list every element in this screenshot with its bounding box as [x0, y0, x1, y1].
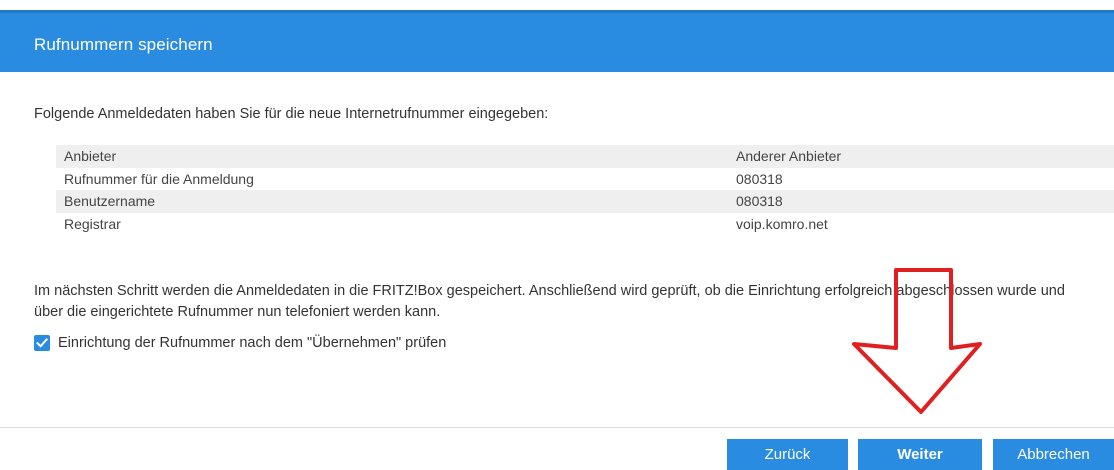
row-label: Rufnummer für die Anmeldung [56, 167, 724, 190]
dialog-title: Rufnummern speichern [34, 35, 213, 54]
verify-checkbox[interactable] [34, 335, 50, 351]
dialog-header: Rufnummern speichern [0, 10, 1114, 72]
checkmark-icon [36, 338, 48, 348]
row-value: voip.komro.net [724, 212, 1114, 235]
info-text: Im nächsten Schritt werden die Anmeldeda… [34, 283, 1065, 320]
footer-divider [0, 427, 1114, 428]
next-button[interactable]: Weiter [858, 439, 982, 470]
table-row: Registrar voip.komro.net [56, 212, 1114, 235]
row-label: Registrar [56, 212, 724, 235]
verify-checkbox-row[interactable]: Einrichtung der Rufnummer nach dem "Über… [34, 334, 446, 352]
dialog: Rufnummern speichern Folgende Anmeldedat… [0, 0, 1114, 470]
row-value: Anderer Anbieter [724, 145, 1114, 168]
row-value: 080318 [724, 167, 1114, 190]
table-row: Anbieter Anderer Anbieter [56, 145, 1114, 168]
intro-text: Folgende Anmeldedaten haben Sie für die … [34, 106, 549, 122]
cancel-button[interactable]: Abbrechen [993, 439, 1114, 470]
back-button[interactable]: Zurück [727, 439, 848, 470]
table-row: Rufnummer für die Anmeldung 080318 [56, 167, 1114, 190]
row-label: Benutzername [56, 190, 724, 213]
table-row: Benutzername 080318 [56, 190, 1114, 213]
row-label: Anbieter [56, 145, 724, 168]
row-value: 080318 [724, 190, 1114, 213]
credentials-table: Anbieter Anderer Anbieter Rufnummer für … [56, 145, 1114, 235]
verify-checkbox-label: Einrichtung der Rufnummer nach dem "Über… [58, 335, 447, 351]
top-strip [0, 0, 1114, 10]
